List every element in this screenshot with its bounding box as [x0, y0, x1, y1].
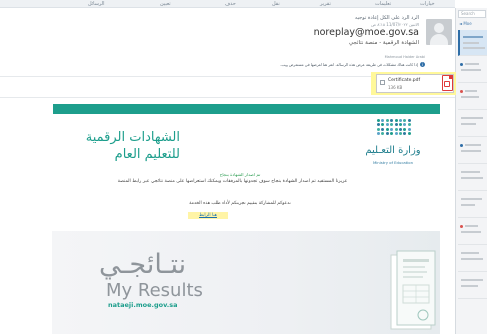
list-item[interactable]	[458, 84, 487, 110]
message-header: الرد الرد على الكل إعادة توجيه الاثنين 1…	[0, 8, 455, 76]
header-bar	[53, 104, 440, 114]
email-body: وزارة التعـليم Ministry of Education الش…	[0, 99, 455, 334]
survey-link[interactable]: هنا الرابط	[188, 212, 228, 219]
banner-url[interactable]: nataeji.moe.gov.sa	[108, 301, 178, 309]
nataeji-banner[interactable]: نتـائجـي My Results nataeji.moe.gov.sa	[52, 231, 440, 334]
avatar	[426, 19, 452, 45]
info-icon: i	[420, 62, 425, 67]
body-paragraph: عزيزنا المستفيد تم اصدار الشهادة بنجاح س…	[117, 179, 348, 184]
attachment-checkbox[interactable]	[380, 80, 385, 85]
recipient-name: Mahmoud Haider Arabi	[384, 55, 425, 59]
toolbar-item-0[interactable]: الرسائل	[88, 0, 105, 8]
toolbar-item-3[interactable]: نقل	[272, 0, 280, 8]
banner-english-title: My Results	[106, 280, 203, 301]
survey-invite: ندعوكم للمشاركة بتقييم تجربتكم لأداء طلب…	[189, 201, 291, 206]
top-toolbar: الرسائل تعيين حذف نقل تقرير تعليمات خيار…	[0, 0, 455, 8]
attachment-file-size: 136 KB	[388, 85, 403, 90]
banner-arabic-title: نتـائجـي	[99, 249, 187, 280]
folder-label[interactable]: ◄ Moe	[459, 21, 472, 26]
list-item[interactable]	[458, 165, 487, 191]
certificate-illustration-icon	[390, 250, 436, 330]
toolbar-item-5[interactable]: تعليمات	[375, 0, 391, 8]
attachment-file-name: Certificate.pdf	[388, 78, 421, 83]
list-item[interactable]	[458, 111, 487, 137]
logo-dots-icon	[377, 119, 411, 136]
toolbar-item-1[interactable]: تعيين	[160, 0, 171, 8]
toolbar-item-4[interactable]: تقرير	[320, 0, 331, 8]
logo-arabic-text: وزارة التعـليم	[365, 145, 421, 156]
list-item[interactable]	[458, 57, 487, 83]
sender-email[interactable]: noreplay@moe.gov.sa	[314, 27, 419, 38]
info-text: إذا كانت هناك مشكلات في طريقة عرض هذه ال…	[280, 62, 418, 67]
message-list-pane: Search ◄ Moe	[455, 8, 487, 334]
list-item[interactable]	[458, 273, 487, 299]
toolbar-item-2[interactable]: حذف	[225, 0, 236, 8]
sender-name: الشهادة الرقمية - منصة نتائجي	[348, 40, 419, 46]
list-item-selected[interactable]	[458, 30, 487, 56]
logo-english-text: Ministry of Education	[372, 160, 414, 165]
success-message: تم اصدار الشهادة بنجاح	[219, 172, 261, 177]
pdf-file-icon[interactable]	[442, 75, 453, 91]
list-item[interactable]	[458, 219, 487, 245]
search-input[interactable]: Search	[458, 10, 486, 18]
avatar-body	[430, 34, 448, 45]
list-item[interactable]	[458, 246, 487, 272]
info-bar[interactable]: i إذا كانت هناك مشكلات في طريقة عرض هذه …	[280, 62, 425, 67]
email-title-line1: الشهادات الرقمية	[85, 130, 180, 145]
list-item[interactable]	[458, 138, 487, 164]
ministry-logo: وزارة التعـليم Ministry of Education	[355, 119, 431, 169]
avatar-head	[434, 23, 444, 33]
email-title-line2: للتعليم العام	[114, 147, 180, 162]
list-item[interactable]	[458, 192, 487, 218]
reply-actions[interactable]: الرد الرد على الكل إعادة توجيه	[355, 15, 419, 21]
toolbar-item-6[interactable]: خيارات	[420, 0, 435, 8]
